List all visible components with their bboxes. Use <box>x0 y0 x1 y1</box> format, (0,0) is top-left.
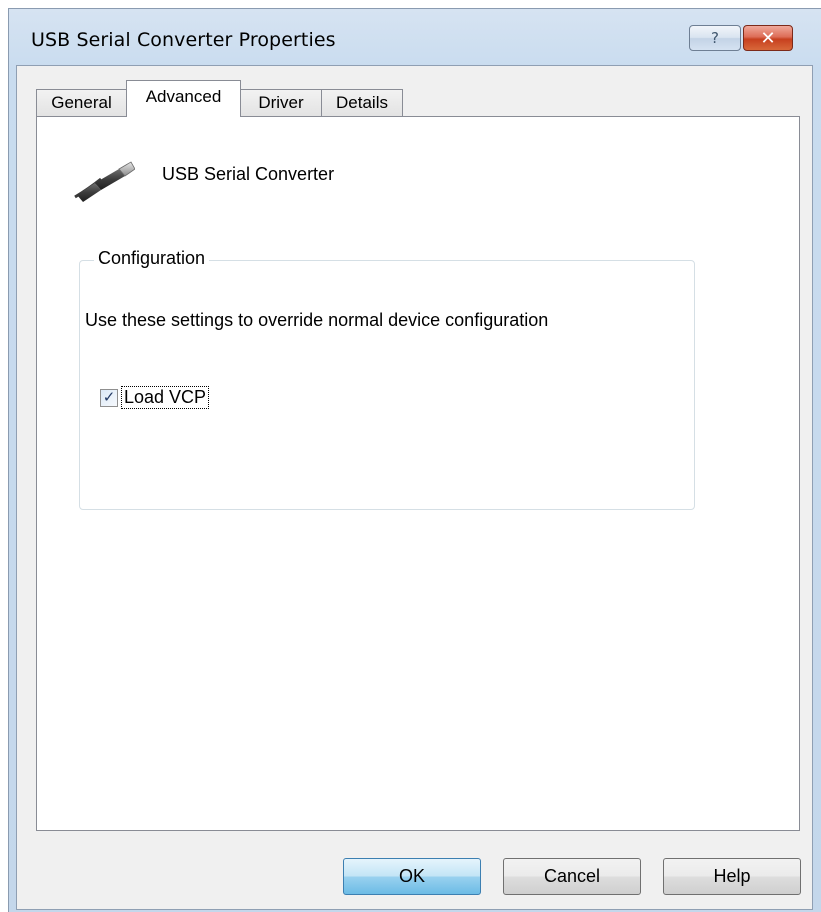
configuration-groupbox: Configuration Use these settings to over… <box>79 248 695 510</box>
configuration-legend: Configuration <box>94 248 210 269</box>
usb-plug-icon <box>74 161 135 202</box>
help-button[interactable]: Help <box>663 858 801 895</box>
title-bar[interactable]: USB Serial Converter Properties ? ✕ <box>9 9 821 65</box>
close-icon: ✕ <box>760 27 776 49</box>
tab-details[interactable]: Details <box>321 89 403 116</box>
help-title-button[interactable]: ? <box>689 25 741 51</box>
configuration-description: Use these settings to override normal de… <box>85 310 549 330</box>
checkmark-icon: ✓ <box>102 388 116 406</box>
tab-general[interactable]: General <box>36 89 127 116</box>
advanced-tab-panel: USB Serial Converter Configuration Use t… <box>36 116 800 831</box>
close-button[interactable]: ✕ <box>743 25 793 51</box>
load-vcp-label[interactable]: Load VCP <box>121 386 210 409</box>
window-title: USB Serial Converter Properties <box>31 29 336 51</box>
load-vcp-checkbox[interactable]: ✓ <box>100 388 118 407</box>
load-vcp-option[interactable]: ✓ Load VCP <box>100 386 210 409</box>
dialog-client-area: General Advanced Driver Details USB Seri… <box>16 65 813 910</box>
tab-advanced[interactable]: Advanced <box>126 80 241 117</box>
tab-driver[interactable]: Driver <box>240 89 322 116</box>
question-mark-icon: ? <box>711 29 719 47</box>
cancel-button[interactable]: Cancel <box>503 858 641 895</box>
properties-window: USB Serial Converter Properties ? ✕ Gene… <box>8 8 821 912</box>
device-name: USB Serial Converter <box>162 164 335 184</box>
ok-button[interactable]: OK <box>343 858 481 895</box>
